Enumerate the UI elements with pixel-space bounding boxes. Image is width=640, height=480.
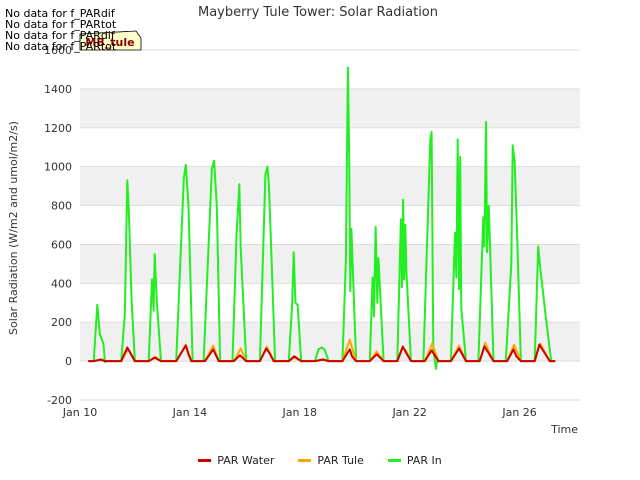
- legend-item-par-in: PAR In: [387, 454, 442, 467]
- y-axis-label: Solar Radiation (W/m2 and umol/m2/s): [7, 121, 20, 335]
- x-tick-label: Jan 22: [391, 406, 426, 419]
- y-tick-label: 800: [51, 200, 72, 213]
- y-tick-label: 1000: [44, 161, 72, 174]
- legend-swatch: [387, 459, 401, 462]
- y-axis-ticks: -20002004006008001000120014001600: [44, 44, 72, 407]
- grid-band: [80, 166, 580, 206]
- y-tick-label: 200: [51, 316, 72, 329]
- y-tick-label: 600: [51, 238, 72, 251]
- x-axis-ticks: Jan 10 Jan 14 Jan 18 Jan 22 Jan 26: [62, 406, 537, 419]
- y-tick-label: 1200: [44, 122, 72, 135]
- legend-item-par-tule: PAR Tule: [298, 454, 364, 467]
- x-tick-label: Jan 10: [62, 406, 97, 419]
- grid-band: [80, 322, 580, 362]
- x-tick-label: Jan 14: [172, 406, 207, 419]
- solar-radiation-chart: -20002004006008001000120014001600 Jan 10…: [7, 5, 580, 436]
- y-tick-label: 0: [65, 355, 72, 368]
- legend-swatch: [298, 459, 312, 462]
- x-tick-label: Jan 18: [282, 406, 317, 419]
- legend-label: PAR Tule: [317, 454, 364, 467]
- chart-legend: PAR Water PAR Tule PAR In: [0, 454, 640, 467]
- x-tick-label: Jan 26: [501, 406, 536, 419]
- legend-label: PAR Water: [217, 454, 275, 467]
- legend-swatch: [198, 459, 212, 462]
- legend-item-par-water: PAR Water: [198, 454, 274, 467]
- no-data-message: No data for f_PARtot: [5, 40, 117, 53]
- y-tick-label: 1400: [44, 83, 72, 96]
- y-tick-label: 400: [51, 277, 72, 290]
- grid-band: [80, 88, 580, 128]
- chart-title: Mayberry Tule Tower: Solar Radiation: [198, 5, 438, 20]
- x-axis-label: Time: [550, 423, 578, 436]
- legend-label: PAR In: [406, 454, 442, 467]
